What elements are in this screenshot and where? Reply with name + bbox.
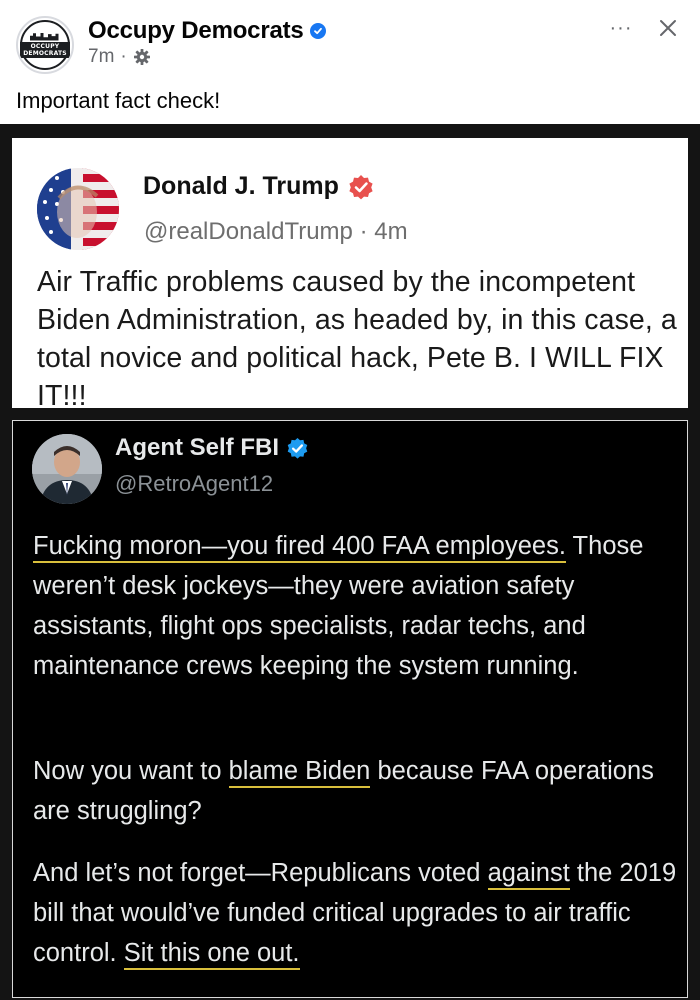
page-name[interactable]: Occupy Democrats	[88, 17, 304, 45]
more-options-button[interactable]: ···	[604, 14, 638, 42]
skyline-icon	[30, 32, 59, 41]
post-header: OCCUPY DEMOCRATS Occupy Democrats 7m · ·…	[0, 0, 700, 80]
quoted-author-handle: @realDonaldTrump	[144, 218, 353, 245]
shared-image[interactable]: Donald J. Trump @realDonaldTrump · 4m Ai…	[0, 124, 700, 1000]
quoted-handle-row: @realDonaldTrump · 4m	[144, 218, 408, 246]
meta-separator: ·	[120, 46, 127, 67]
agent-avatar	[32, 434, 102, 504]
quoted-author-row: Donald J. Trump	[143, 172, 374, 201]
highlighted-text: against	[487, 859, 570, 890]
page-name-row: Occupy Democrats	[88, 17, 326, 45]
close-icon	[660, 20, 676, 36]
highlighted-text: blame Biden	[228, 757, 371, 788]
post-text: Important fact check!	[16, 88, 221, 113]
reply-author-row: Agent Self FBI	[115, 434, 309, 462]
occupy-democrats-logo: OCCUPY DEMOCRATS	[20, 20, 70, 70]
quoted-author-name: Donald J. Trump	[143, 172, 339, 200]
reply-paragraph-2: Now you want to blame Biden because FAA …	[33, 751, 683, 831]
more-icon: ···	[609, 16, 633, 39]
highlighted-text: Fucking moron—you fired 400 FAA employee…	[33, 532, 566, 563]
reply-author-handle: @RetroAgent12	[115, 471, 274, 496]
verified-badge-icon	[349, 174, 373, 199]
post-meta: 7m ·	[88, 46, 151, 68]
trump-avatar	[37, 168, 119, 250]
quoted-separator: ·	[359, 218, 368, 245]
quoted-post-card: Donald J. Trump @realDonaldTrump · 4m Ai…	[12, 138, 688, 412]
close-button[interactable]	[652, 12, 684, 44]
post-time[interactable]: 7m	[88, 46, 114, 68]
quoted-post-time: 4m	[374, 218, 408, 245]
highlighted-text: Sit this one out.	[123, 939, 300, 970]
reply-paragraph-1: Fucking moron—you fired 400 FAA employee…	[33, 526, 683, 686]
verified-badge-icon	[287, 437, 308, 459]
reply-post-card: Agent Self FBI @RetroAgent12 Fucking mor…	[12, 420, 688, 998]
reply-text: Now you want to	[33, 757, 229, 785]
reply-author-name: Agent Self FBI	[115, 434, 280, 461]
avatar-logo-text: OCCUPY DEMOCRATS	[20, 41, 70, 58]
verified-badge-icon	[309, 23, 326, 39]
reply-paragraph-3: And let’s not forget—Republicans voted a…	[33, 853, 683, 973]
page-avatar[interactable]: OCCUPY DEMOCRATS	[16, 16, 74, 74]
reply-text: And let’s not forget—Republicans voted	[33, 859, 488, 887]
gear-icon	[133, 48, 151, 66]
quoted-post-text: Air Traffic problems caused by the incom…	[37, 266, 677, 412]
